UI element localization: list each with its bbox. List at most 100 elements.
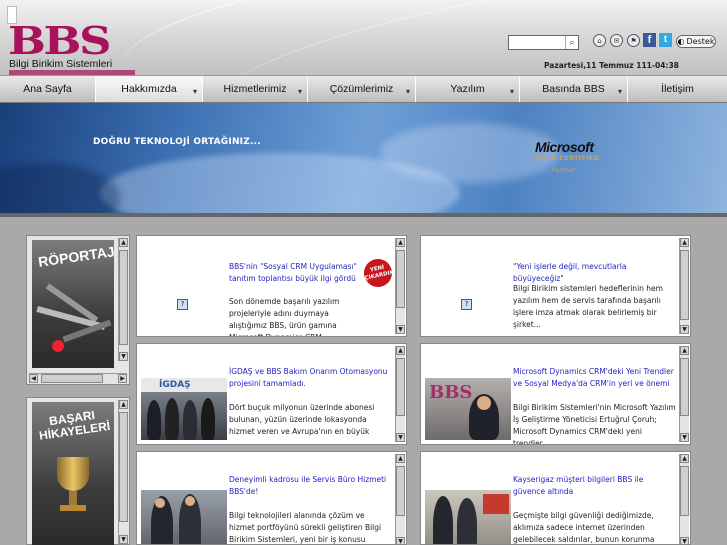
scroll-down-icon[interactable]: ▼ — [396, 433, 405, 442]
scroll-up-icon[interactable]: ▲ — [680, 454, 689, 463]
vertical-scrollbar[interactable]: ▲ ▼ — [118, 238, 128, 361]
facebook-icon[interactable]: f — [643, 33, 656, 47]
vertical-scrollbar[interactable]: ▲ ▼ — [118, 400, 128, 544]
news-title[interactable]: "Yeni işlerle değil, mevcutlarla büyüyec… — [513, 261, 673, 285]
scroll-thumb[interactable] — [396, 358, 405, 416]
dropdown-icon: ▾ — [405, 87, 410, 96]
news-title[interactable]: Deneyimli kadrosu ile Servis Büro Hizmet… — [229, 474, 389, 498]
vertical-scrollbar[interactable]: ▲ ▼ — [395, 346, 405, 442]
nav-label: Yazılım — [450, 83, 485, 95]
trophy-shape — [69, 491, 77, 505]
scroll-down-icon[interactable]: ▼ — [119, 352, 128, 361]
person-shape — [155, 498, 165, 508]
scroll-up-icon[interactable]: ▲ — [396, 238, 405, 247]
person-shape — [433, 496, 453, 544]
new-badge: YENİ ÇIKARDIK — [361, 256, 395, 290]
destek-button[interactable]: ◐ Destek — [676, 35, 716, 48]
scroll-down-icon[interactable]: ▼ — [680, 433, 689, 442]
news-title[interactable]: Kayserigaz müşteri bilgileri BBS ile güv… — [513, 474, 673, 498]
scroll-left-icon[interactable]: ◀ — [29, 374, 38, 383]
search-input[interactable] — [509, 36, 565, 49]
success-stories-image[interactable]: BAŞARI HİKAYELERİ — [32, 402, 114, 545]
partner-badge: GOLD CERTIFIED — [535, 154, 600, 162]
scroll-up-icon[interactable]: ▲ — [396, 346, 405, 355]
nav-item-hakkimizda[interactable]: Hakkımızda ▾ — [96, 76, 203, 102]
vertical-scrollbar[interactable]: ▲ ▼ — [679, 454, 689, 544]
content-area: RÖPORTAJLAR ▲ ▼ ◀ ▶ BAŞARI HİKAYELERİ ▲ — [0, 217, 727, 545]
scroll-up-icon[interactable]: ▲ — [396, 454, 405, 463]
scroll-thumb[interactable] — [396, 466, 405, 516]
flag-shape — [483, 494, 509, 514]
trophy-shape — [57, 457, 89, 491]
news-item: ? "Yeni işlerle değil, mevcutlarla büyüy… — [420, 235, 691, 337]
scroll-up-icon[interactable]: ▲ — [119, 238, 128, 247]
dropdown-icon: ▾ — [509, 87, 514, 96]
news-title[interactable]: BBS'nin "Sosyal CRM Uygulaması" tanıtım … — [229, 261, 359, 285]
nav-item-basinda-bbs[interactable]: Basında BBS ▾ — [520, 76, 628, 102]
twitter-icon[interactable]: t — [659, 33, 672, 47]
scroll-thumb[interactable] — [119, 250, 128, 345]
scroll-thumb[interactable] — [680, 358, 689, 416]
scroll-down-icon[interactable]: ▼ — [680, 537, 689, 544]
igdas-logo: İGDAŞ — [159, 380, 191, 390]
scroll-right-icon[interactable]: ▶ — [118, 374, 127, 383]
person-shape — [201, 398, 215, 440]
interviews-box: RÖPORTAJLAR ▲ ▼ ◀ ▶ — [26, 235, 130, 385]
nav-item-yazilim[interactable]: Yazılım ▾ — [416, 76, 520, 102]
news-image[interactable] — [425, 490, 511, 544]
news-body: Dört buçuk milyonun üzerinde abonesi bul… — [229, 403, 375, 436]
dropdown-icon: ▾ — [617, 87, 622, 96]
banner-world-map — [0, 163, 120, 213]
nav-item-iletisim[interactable]: İletişim — [628, 76, 727, 102]
news-item: BBS Microsoft Dynamics CRM'deki Yeni Tre… — [420, 343, 691, 445]
news-image[interactable] — [141, 490, 227, 544]
scroll-thumb[interactable] — [680, 466, 689, 516]
mail-icon[interactable]: ✉ — [610, 34, 623, 47]
scroll-up-icon[interactable]: ▲ — [680, 346, 689, 355]
news-title[interactable]: İGDAŞ ve BBS Bakım Onarım Otomasyonu pro… — [229, 366, 389, 390]
vertical-scrollbar[interactable]: ▲ ▼ — [395, 454, 405, 544]
nav-label: Çözümlerimiz — [329, 83, 394, 95]
scroll-down-icon[interactable]: ▼ — [119, 535, 128, 544]
nav-item-cozumlerimiz[interactable]: Çözümlerimiz ▾ — [308, 76, 416, 102]
nav-label: Ana Sayfa — [23, 83, 72, 95]
horizontal-scrollbar[interactable]: ◀ ▶ — [29, 373, 127, 383]
news-item: Kayserigaz müşteri bilgileri BBS ile güv… — [420, 451, 691, 545]
scroll-up-icon[interactable]: ▲ — [680, 238, 689, 247]
scroll-thumb[interactable] — [396, 250, 405, 308]
flag-icon[interactable]: ⚑ — [627, 34, 640, 47]
interviews-title: RÖPORTAJLAR — [37, 240, 114, 270]
nav-item-hizmetlerimiz[interactable]: Hizmetlerimiz ▾ — [203, 76, 308, 102]
banner-world-map — [380, 123, 560, 183]
scroll-thumb[interactable] — [41, 374, 103, 383]
scroll-down-icon[interactable]: ▼ — [680, 325, 689, 334]
vertical-scrollbar[interactable]: ▲ ▼ — [679, 346, 689, 442]
home-icon[interactable]: ⌂ — [593, 34, 606, 47]
dropdown-icon: ▾ — [297, 87, 302, 96]
scroll-down-icon[interactable]: ▼ — [396, 325, 405, 334]
date-text: Pazartesi,11 Temmuz 111-04:38 — [544, 61, 679, 70]
scroll-thumb[interactable] — [680, 250, 689, 320]
person-shape — [147, 400, 161, 440]
news-title[interactable]: Microsoft Dynamics CRM'deki Yeni Trendle… — [513, 366, 678, 390]
person-shape — [457, 498, 477, 544]
nav-item-ana-sayfa[interactable]: Ana Sayfa — [0, 76, 96, 102]
search-icon[interactable]: ⌕ — [565, 36, 578, 49]
person-shape — [185, 496, 195, 506]
bbs-logo[interactable]: BBS Bilgi Birikim Sistemleri — [7, 6, 137, 75]
vertical-scrollbar[interactable]: ▲ ▼ — [395, 238, 405, 334]
logo-letters: BBS — [8, 18, 111, 63]
person-shape — [477, 396, 491, 410]
news-image[interactable]: İGDAŞ — [141, 378, 227, 440]
news-body: Bilgi Birikim Sistemleri'nin Microsoft Y… — [513, 403, 676, 445]
scroll-thumb[interactable] — [119, 412, 128, 522]
news-body: Son dönemde başarılı yazılım projeleriyl… — [229, 297, 340, 336]
banner-slogan: DOĞRU TEKNOLOJİ ORTAĞINIZ... — [93, 137, 261, 147]
scroll-up-icon[interactable]: ▲ — [119, 400, 128, 409]
scroll-down-icon[interactable]: ▼ — [396, 537, 405, 544]
news-image[interactable]: BBS — [425, 378, 511, 440]
vertical-scrollbar[interactable]: ▲ ▼ — [679, 238, 689, 334]
dropdown-icon: ▾ — [192, 87, 197, 96]
interviews-image[interactable]: RÖPORTAJLAR — [32, 240, 114, 368]
broken-image-icon: ? — [177, 299, 188, 310]
